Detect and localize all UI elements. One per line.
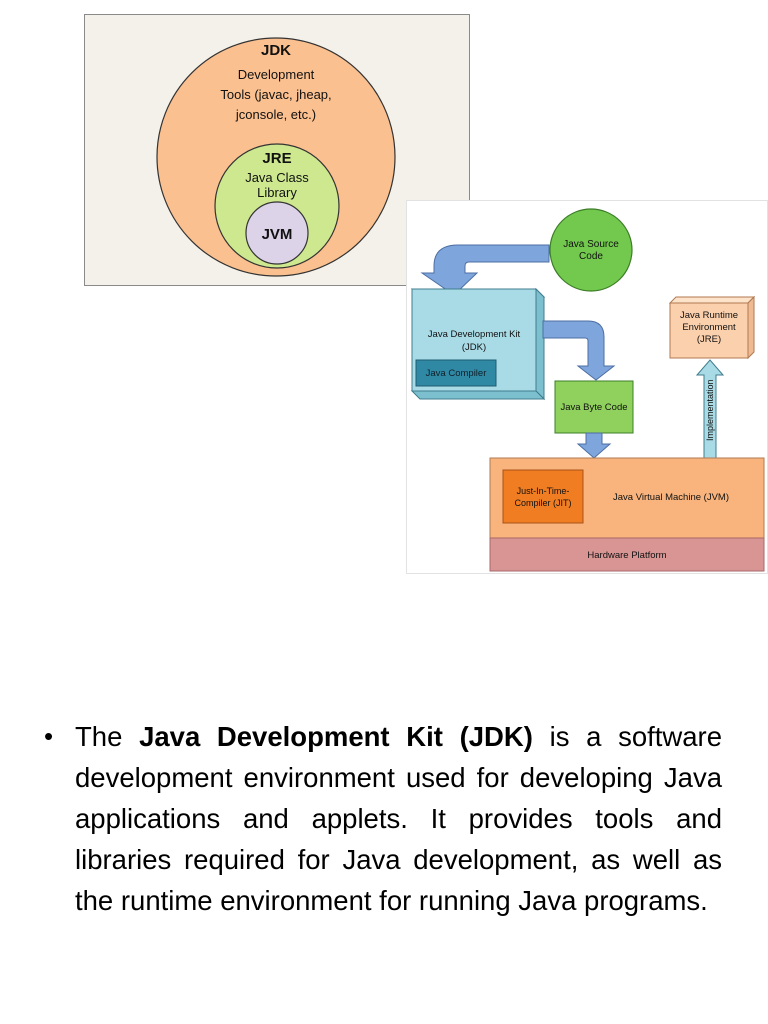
jre-desc-line1: Java Class xyxy=(245,170,309,185)
jdk-box-side xyxy=(535,287,545,401)
jre-title: JRE xyxy=(262,150,291,167)
jdk-desc-line3: jconsole, etc.) xyxy=(235,107,316,122)
jdk-box-bottom xyxy=(410,390,546,400)
java-compilation-flow-diagram: Java Source Code Java Development Kit (J… xyxy=(406,200,768,574)
java-source-code-node xyxy=(549,208,633,292)
jvm-title: JVM xyxy=(262,226,293,243)
jvm-label: Java Virtual Machine (JVM) xyxy=(613,492,729,503)
java-byte-code-label: Java Byte Code xyxy=(560,402,627,413)
jit-compiler-box xyxy=(502,469,584,524)
java-source-code-line1: Java Source xyxy=(563,239,619,250)
jre-box-line1: Java Runtime xyxy=(680,310,738,321)
jre-box-line2: Environment xyxy=(682,322,736,333)
jdk-title: JDK xyxy=(261,42,291,59)
java-compiler-label: Java Compiler xyxy=(426,368,487,379)
jre-box-side xyxy=(747,295,755,360)
jit-compiler-line2: Compiler (JIT) xyxy=(514,498,571,508)
jit-compiler-line1: Just-In-Time- xyxy=(517,486,570,496)
description-lead: The xyxy=(75,721,140,752)
jdk-box-line2: (JDK) xyxy=(462,342,486,353)
hardware-platform-label: Hardware Platform xyxy=(587,550,666,561)
bullet-marker: • xyxy=(44,721,54,751)
jdk-desc-line2: Tools (javac, jheap, xyxy=(220,87,331,102)
jdk-box-line1: Java Development Kit xyxy=(428,329,521,340)
description-term: Java Development Kit (JDK) xyxy=(139,721,533,752)
jre-box-top xyxy=(668,296,756,304)
implementation-label: Implementation xyxy=(705,379,715,441)
java-source-code-line2: Code xyxy=(579,251,603,262)
description-bullet: • The Java Development Kit (JDK) is a so… xyxy=(44,716,722,921)
description-paragraph: The Java Development Kit (JDK) is a soft… xyxy=(75,716,722,921)
jdk-desc-line1: Development xyxy=(238,67,315,82)
jre-desc-line2: Library xyxy=(257,185,297,200)
jre-box-line3: (JRE) xyxy=(697,334,721,345)
